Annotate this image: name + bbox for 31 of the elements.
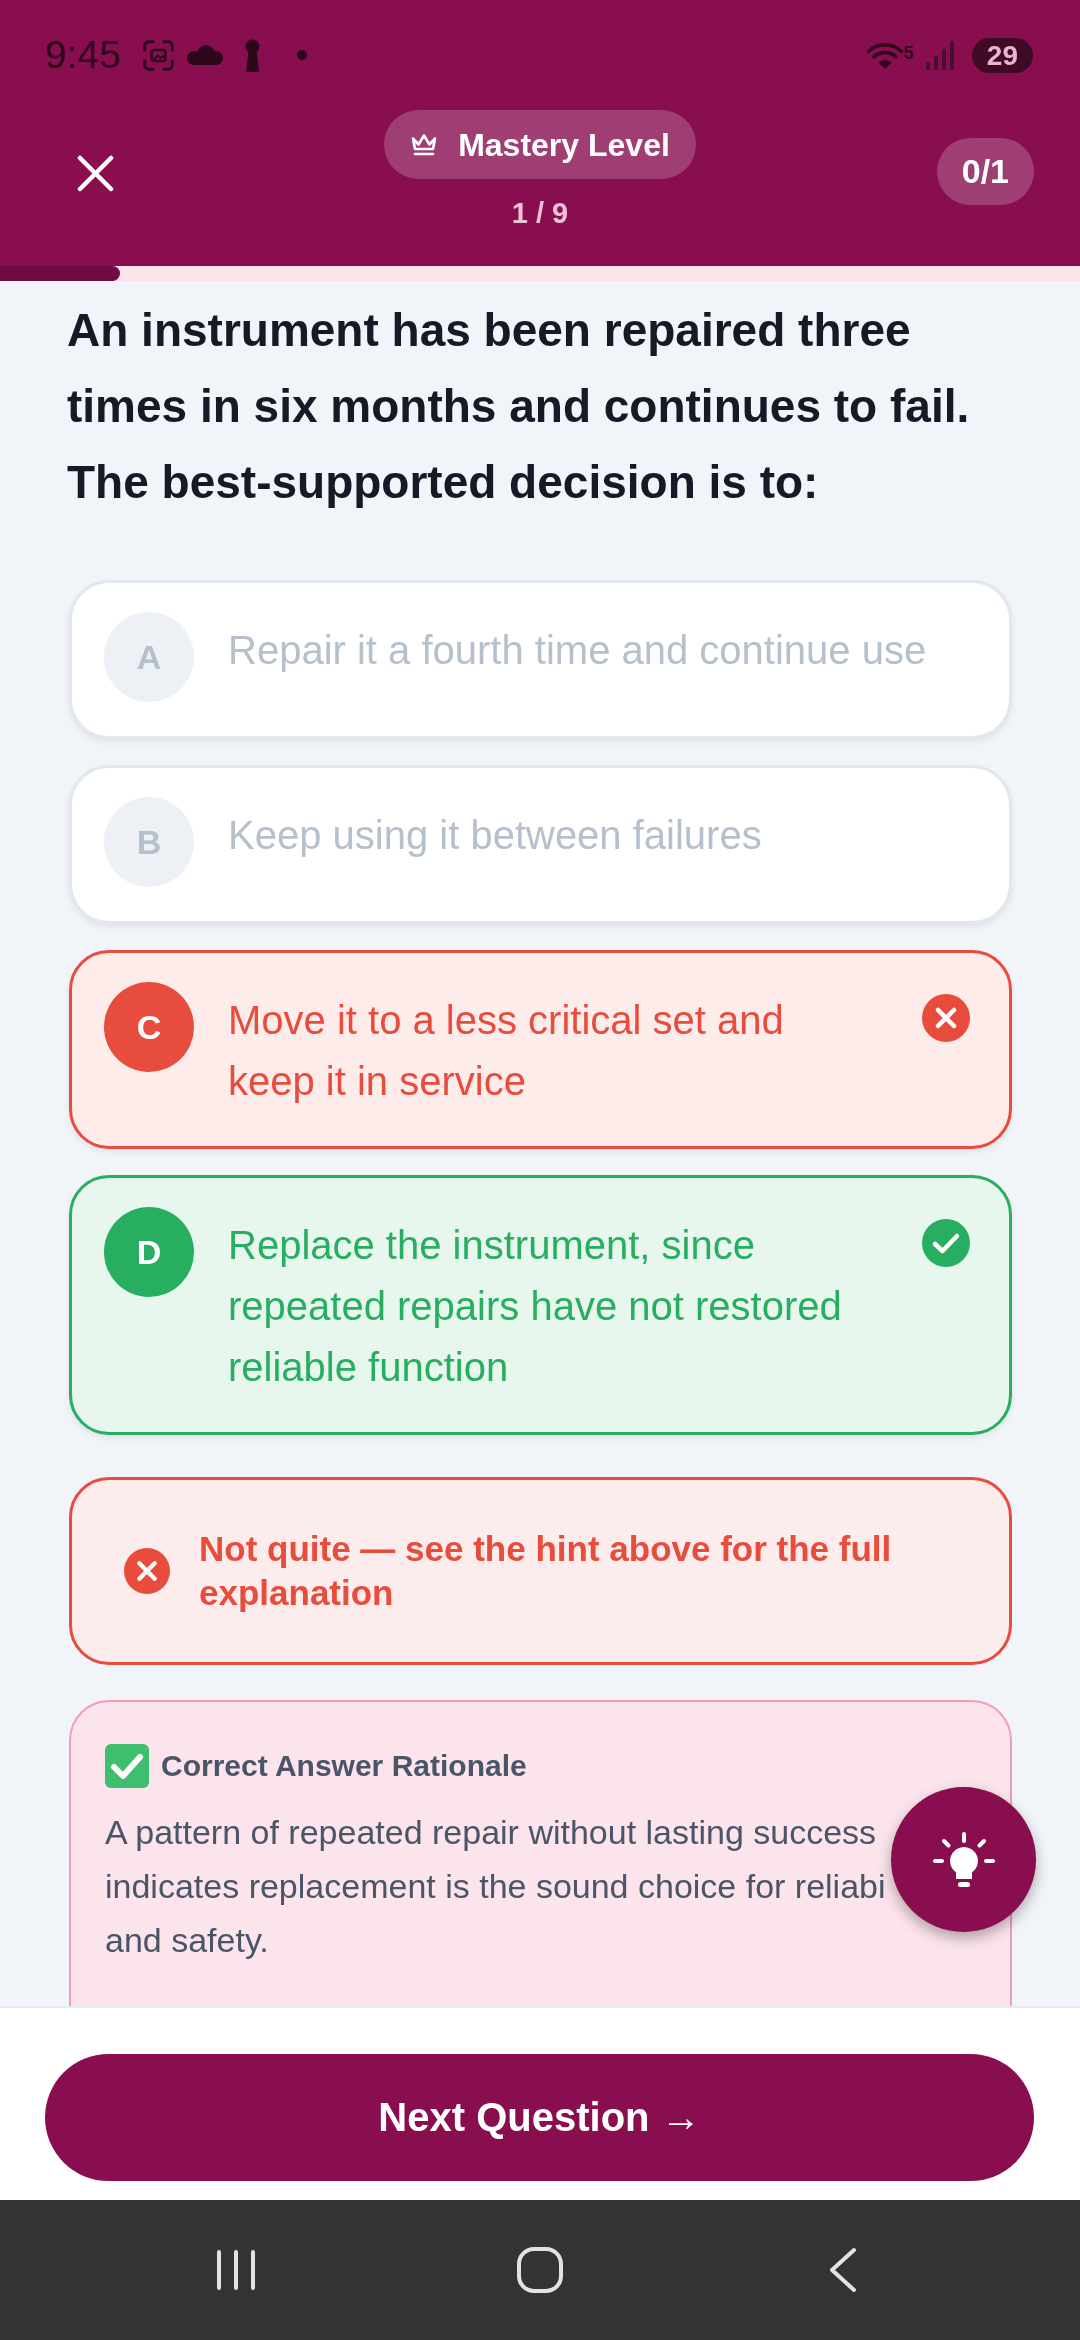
option-letter: C (104, 982, 194, 1072)
score-badge: 0/1 (936, 138, 1034, 205)
rationale-title: Correct Answer Rationale (161, 1748, 527, 1784)
status-time: 9:45 (45, 33, 121, 77)
screenshot-icon (141, 38, 175, 72)
badge-label: Mastery Level (458, 125, 670, 165)
wifi-icon (865, 40, 904, 70)
dot-icon (296, 50, 307, 60)
cross-icon (124, 1548, 170, 1594)
feedback-message: Not quite — see the hint above for the full explanation (199, 1528, 893, 1614)
back-icon[interactable] (828, 2247, 858, 2293)
signal-icon (923, 40, 957, 70)
rationale-text: A pattern of repeated repair without lasting success indicates replacement is the sound choice for reliabi and safety. (105, 1812, 887, 1961)
answer-option[interactable]: D Replace the instrument, since repeated repairs have not restored reliable function (69, 1175, 1012, 1435)
crown-icon (410, 132, 439, 157)
next-button[interactable]: Next Question → (45, 2054, 1034, 2181)
cross-icon (922, 994, 970, 1042)
close-button[interactable] (77, 155, 114, 192)
lightbulb-icon (932, 1831, 995, 1888)
question-counter: 1 / 9 (511, 196, 569, 230)
checkmark-icon (105, 1744, 149, 1788)
question-text: An instrument has been repaired three times in six months and continues to fail. The best-supported decision is to: (67, 303, 971, 510)
answer-option[interactable]: C Move it to a less critical set and keep it in service (69, 950, 1012, 1149)
network-type-label: 5 (903, 44, 914, 62)
check-icon (922, 1219, 970, 1267)
home-icon[interactable] (517, 2247, 563, 2293)
cloud-icon (186, 45, 223, 65)
recent-apps-icon[interactable] (216, 2249, 256, 2291)
option-letter: D (104, 1207, 194, 1297)
close-icon (77, 155, 114, 192)
battery-indicator: 29 (971, 37, 1033, 73)
